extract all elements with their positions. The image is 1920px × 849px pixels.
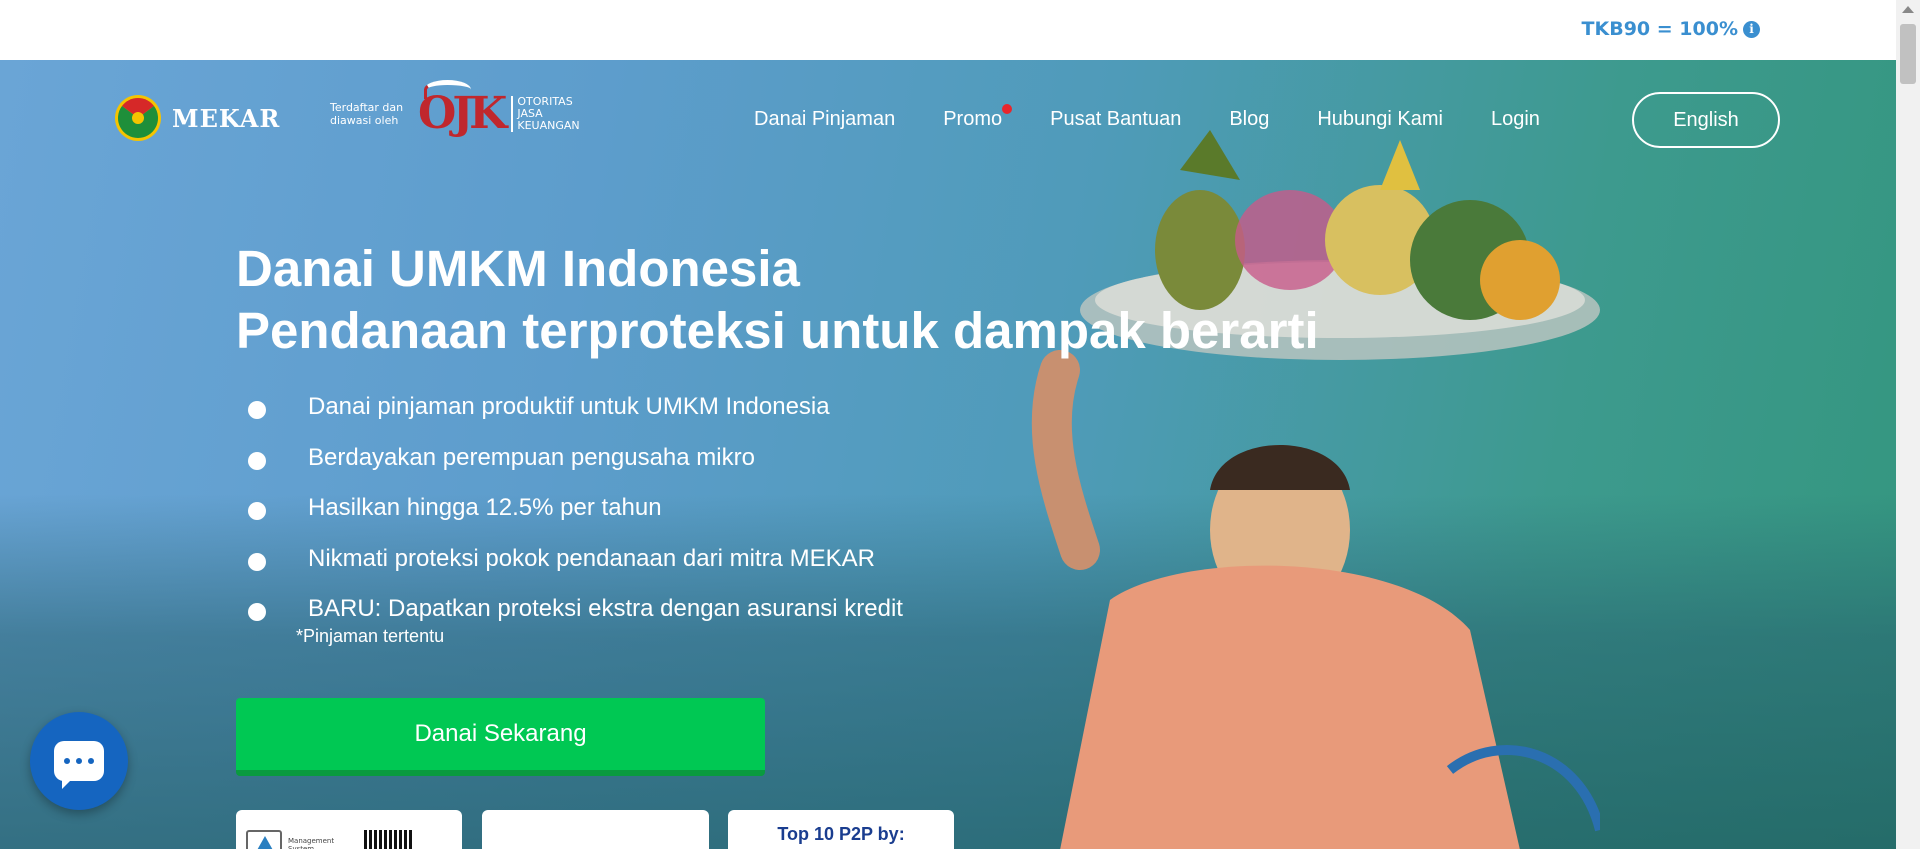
nav-item-login[interactable]: Login <box>1491 108 1540 131</box>
nav-menu: Danai Pinjaman Promo Pusat Bantuan Blog … <box>754 104 1588 131</box>
bullet-icon <box>248 401 266 420</box>
scrollbar-thumb[interactable] <box>1900 24 1916 84</box>
scrollbar[interactable] <box>1896 0 1920 849</box>
list-item: Danai pinjaman produktif untuk UMKM Indo… <box>248 382 903 433</box>
bullet-icon <box>248 502 266 521</box>
headline-line-2: Pendanaan terproteksi untuk dampak berar… <box>236 302 1319 359</box>
main-navigation: MEKAR Terdaftar dan diawasi oleh OJK OTO… <box>0 60 1896 180</box>
qr-code-icon <box>364 830 414 849</box>
footnote: *Pinjaman tertentu <box>296 626 445 646</box>
nav-item-hubungi-kami[interactable]: Hubungi Kami <box>1317 108 1443 131</box>
mekar-logo-icon <box>115 95 161 141</box>
tkb-text: TKB90 = 100% <box>1581 18 1738 40</box>
nav-item-pusat-bantuan[interactable]: Pusat Bantuan <box>1050 108 1181 131</box>
nav-item-promo[interactable]: Promo <box>943 104 1013 131</box>
ojk-badge: Terdaftar dan diawasi oleh OJK OTORITAS … <box>330 80 580 139</box>
notification-dot <box>1002 104 1013 114</box>
list-item: Berdayakan perempuan pengusaha mikro <box>248 433 903 484</box>
logo-text: MEKAR <box>172 103 281 133</box>
nav-item-promo-label: Promo <box>943 108 1003 130</box>
list-item: Nikmati proteksi pokok pendanaan dari mi… <box>248 534 903 585</box>
top10-text: Top 10 P2P by: <box>777 824 905 844</box>
ojk-words: OTORITAS JASA KEUANGAN <box>511 95 580 132</box>
ojk-logo: OJK <box>418 80 507 139</box>
list-item: Hasilkan hingga 12.5% per tahun <box>248 483 903 534</box>
bullet-icon <box>248 451 266 470</box>
nav-item-blog[interactable]: Blog <box>1229 108 1269 131</box>
scroll-up-icon[interactable] <box>1902 6 1914 13</box>
partner-card[interactable] <box>482 810 709 849</box>
top-bar: TKB90 = 100% i <box>0 0 1896 60</box>
benefit-list: Danai pinjaman produktif untuk UMKM Indo… <box>248 382 903 635</box>
language-button[interactable]: English <box>1632 92 1780 148</box>
certification-icon <box>246 830 282 849</box>
bullet-icon <box>248 552 266 571</box>
headline-line-1: Danai UMKM Indonesia <box>236 240 800 297</box>
tkb-indicator[interactable]: TKB90 = 100% i <box>1582 18 1760 40</box>
danai-sekarang-button[interactable]: Danai Sekarang <box>236 698 765 776</box>
hero-section: MEKAR Terdaftar dan diawasi oleh OJK OTO… <box>0 60 1896 849</box>
cert-text: Management System <box>288 837 335 849</box>
ojk-registered-text: Terdaftar dan diawasi oleh <box>330 100 404 127</box>
chat-icon <box>54 741 104 789</box>
info-icon[interactable]: i <box>1743 20 1760 38</box>
hero-headline: Danai UMKM Indonesia Pendanaan terprotek… <box>236 238 1319 362</box>
top10-card[interactable]: Top 10 P2P by: <box>728 810 954 849</box>
certification-card[interactable]: Management System <box>236 810 462 849</box>
mekar-logo[interactable]: MEKAR <box>114 94 280 142</box>
bullet-icon <box>248 603 266 622</box>
nav-item-danai-pinjaman[interactable]: Danai Pinjaman <box>754 108 895 131</box>
chat-button[interactable] <box>30 712 128 810</box>
